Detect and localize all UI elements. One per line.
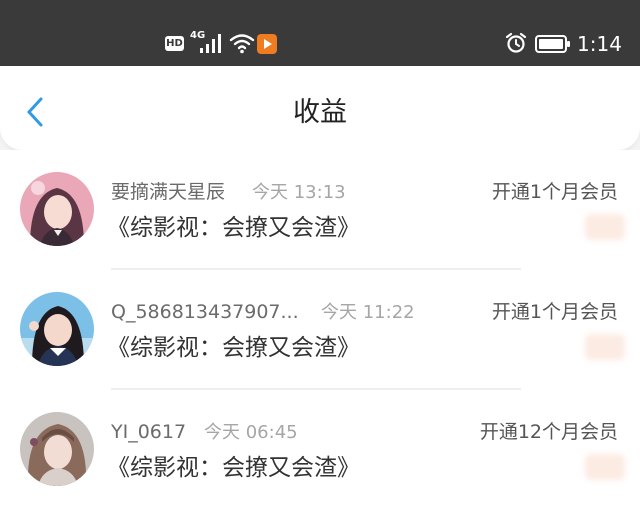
wifi-icon (229, 34, 255, 54)
username: Q_586813437907... (111, 301, 299, 323)
purchase-description: 开通1个月会员 (491, 301, 618, 323)
alarm-icon (505, 32, 527, 53)
status-clock: 1:14 (577, 32, 622, 56)
book-title: 《综影视：会撩又会渣》 (107, 335, 360, 361)
purchase-description: 开通1个月会员 (491, 181, 618, 203)
purchase-description: 开通12个月会员 (479, 421, 618, 443)
book-title: 《综影视：会撩又会渣》 (107, 455, 360, 481)
header-bar: 收益 (0, 66, 640, 150)
avatar (20, 292, 94, 366)
username: YI_0617 (111, 421, 187, 443)
page-title: 收益 (293, 97, 347, 128)
list-item[interactable]: YI_0617 今天 06:45 开通12个月会员 《综影视：会撩又会渣》 (0, 390, 640, 510)
earnings-list: 要摘满天星辰 今天 13:13 开通1个月会员 《综影视：会撩又会渣》 Q_58… (0, 150, 640, 520)
username: 要摘满天星辰 (111, 181, 226, 203)
avatar (20, 412, 94, 486)
status-bar: HD 4G 1:14 (0, 0, 640, 66)
app-notification-icon (257, 34, 277, 54)
blurred-amount (585, 334, 625, 360)
timestamp: 今天 13:13 (252, 182, 346, 203)
list-item[interactable]: 要摘满天星辰 今天 13:13 开通1个月会员 《综影视：会撩又会渣》 (0, 150, 640, 270)
battery-icon (535, 35, 570, 53)
timestamp: 今天 06:45 (204, 422, 298, 443)
blurred-amount (585, 214, 625, 240)
list-item[interactable]: Q_586813437907... 今天 11:22 开通1个月会员 《综影视：… (0, 270, 640, 390)
timestamp: 今天 11:22 (321, 302, 415, 323)
avatar (20, 172, 94, 246)
blurred-amount (585, 454, 625, 480)
book-title: 《综影视：会撩又会渣》 (107, 215, 360, 241)
signal-icon (200, 34, 221, 53)
hd-badge-icon: HD (165, 36, 184, 51)
